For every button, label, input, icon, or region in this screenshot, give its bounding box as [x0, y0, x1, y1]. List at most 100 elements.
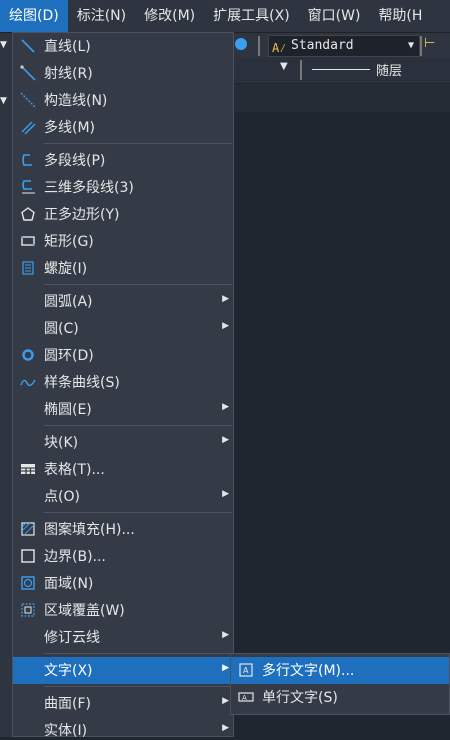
chevron-down-icon[interactable]: ▼ — [0, 40, 7, 50]
menu-separator — [44, 653, 232, 654]
boundary-icon — [21, 549, 35, 563]
menu-item-label: 直线(L) — [44, 39, 91, 55]
menu-item-solid[interactable]: 实体(I) ▶ — [13, 717, 233, 739]
submenu-arrow-icon: ▶ — [222, 294, 229, 304]
submenu-arrow-icon: ▶ — [222, 435, 229, 445]
wipeout-icon — [21, 603, 35, 617]
mtext-icon: A — [239, 663, 253, 677]
menu-separator — [44, 143, 232, 144]
menu-item-label: 椭圆(E) — [44, 402, 92, 418]
menu-item-rectangle[interactable]: 矩形(G) — [13, 228, 233, 255]
menu-item-label: 样条曲线(S) — [44, 375, 120, 391]
region-icon — [21, 576, 35, 590]
submenu-arrow-icon: ▶ — [222, 630, 229, 640]
text-style-value: Standard — [291, 38, 354, 53]
menu-item-label: 多段线(P) — [44, 153, 106, 169]
menu-separator — [44, 284, 232, 285]
menu-separator — [44, 425, 232, 426]
menu-item-construction-line[interactable]: 构造线(N) — [13, 87, 233, 114]
menu-item-table[interactable]: 表格(T)... — [13, 456, 233, 483]
menu-item-block[interactable]: 块(K) ▶ — [13, 429, 233, 456]
menu-item-wipeout[interactable]: 区域覆盖(W) — [13, 597, 233, 624]
svg-text:A: A — [243, 666, 249, 675]
menu-item-ray[interactable]: 射线(R) — [13, 60, 233, 87]
menu-item-polyline[interactable]: 多段线(P) — [13, 147, 233, 174]
menu-item-line[interactable]: 直线(L) — [13, 33, 233, 60]
menu-item-label: 点(O) — [44, 489, 80, 505]
menu-item-ellipse[interactable]: 椭圆(E) ▶ — [13, 396, 233, 423]
hatch-icon — [21, 522, 35, 536]
menu-window[interactable]: 窗口(W) — [299, 0, 370, 32]
draw-menu: 直线(L) 射线(R) 构造线(N) 多线(M) 多段线(P) 三维多段线(3)… — [12, 32, 234, 739]
menu-item-circle[interactable]: 圆(C) ▶ — [13, 315, 233, 342]
rectangle-icon — [21, 236, 35, 246]
layer-toolbar: ▼ 随层 — [234, 57, 450, 83]
help-icon[interactable] — [235, 38, 247, 50]
menu-item-3d-polyline[interactable]: 三维多段线(3) — [13, 174, 233, 201]
menu-item-label: 曲面(F) — [44, 696, 91, 712]
multiline-icon — [21, 121, 36, 135]
menu-item-label: 正多边形(Y) — [44, 207, 120, 223]
menu-item-label: 面域(N) — [44, 576, 94, 592]
submenu-arrow-icon: ▶ — [222, 321, 229, 331]
menu-item-label: 边界(B)... — [44, 549, 106, 565]
menu-item-spline[interactable]: 样条曲线(S) — [13, 369, 233, 396]
menu-help[interactable]: 帮助(H — [369, 0, 431, 32]
text-style-select[interactable]: A⁄ Standard ▼ — [268, 35, 420, 57]
menu-item-mtext[interactable]: A 多行文字(M)... — [231, 657, 449, 684]
chevron-down-icon: ▼ — [407, 40, 414, 51]
left-toolbar-edge: ▼ ▼ — [0, 33, 12, 737]
menu-item-label: 圆弧(A) — [44, 294, 93, 310]
submenu-arrow-icon: ▶ — [222, 696, 229, 706]
menu-separator — [44, 512, 232, 513]
menu-draw[interactable]: 绘图(D) — [0, 0, 68, 32]
construction-line-icon — [20, 92, 36, 108]
menu-item-label: 单行文字(S) — [262, 690, 338, 706]
menu-item-multiline[interactable]: 多线(M) — [13, 114, 233, 141]
menu-item-label: 实体(I) — [44, 723, 88, 739]
tab-strip — [234, 84, 450, 112]
chevron-down-icon[interactable]: ▼ — [280, 61, 288, 72]
table-icon — [21, 464, 35, 474]
menu-item-polygon[interactable]: 正多边形(Y) — [13, 201, 233, 228]
menu-item-arc[interactable]: 圆弧(A) ▶ — [13, 288, 233, 315]
menu-item-label: 构造线(N) — [44, 93, 108, 109]
menu-item-label: 圆(C) — [44, 321, 79, 337]
menu-item-label: 圆环(D) — [44, 348, 94, 364]
svg-text:A: A — [242, 694, 247, 702]
menu-bar: 绘图(D) 标注(N) 修改(M) 扩展工具(X) 窗口(W) 帮助(H — [0, 0, 450, 33]
submenu-arrow-icon: ▶ — [222, 402, 229, 412]
menu-item-helix[interactable]: 螺旋(I) — [13, 255, 233, 282]
menu-item-label: 修订云线 — [44, 630, 100, 646]
menu-item-text[interactable]: 文字(X) ▶ — [13, 657, 233, 684]
menu-extension-tools[interactable]: 扩展工具(X) — [204, 0, 299, 32]
toolbar-separator — [420, 36, 422, 56]
menu-item-region[interactable]: 面域(N) — [13, 570, 233, 597]
chevron-down-icon[interactable]: ▼ — [0, 96, 7, 106]
menu-item-label: 多行文字(M)... — [262, 663, 355, 679]
menu-item-label: 螺旋(I) — [44, 261, 88, 277]
submenu-arrow-icon: ▶ — [222, 723, 229, 733]
menu-dimension[interactable]: 标注(N) — [68, 0, 135, 32]
menu-item-label: 图案填充(H)... — [44, 522, 135, 538]
menu-separator — [44, 686, 232, 687]
dimension-style-icon[interactable]: ⊢ — [424, 36, 442, 52]
menu-item-label: 块(K) — [44, 435, 79, 451]
linetype-select[interactable]: 随层 — [376, 60, 402, 79]
menu-item-donut[interactable]: 圆环(D) — [13, 342, 233, 369]
menu-item-label: 多线(M) — [44, 120, 96, 136]
submenu-arrow-icon: ▶ — [222, 663, 229, 673]
menu-item-point[interactable]: 点(O) ▶ — [13, 483, 233, 510]
menu-item-label: 射线(R) — [44, 66, 93, 82]
menu-item-boundary[interactable]: 边界(B)... — [13, 543, 233, 570]
spline-icon — [20, 379, 36, 387]
menu-item-label: 矩形(G) — [44, 234, 94, 250]
menu-item-hatch[interactable]: 图案填充(H)... — [13, 516, 233, 543]
donut-icon — [22, 349, 34, 361]
menu-item-single-line-text[interactable]: A 单行文字(S) — [231, 684, 449, 711]
menu-item-label: 区域覆盖(W) — [44, 603, 125, 619]
menu-item-surface[interactable]: 曲面(F) ▶ — [13, 690, 233, 717]
ray-icon — [20, 65, 36, 81]
menu-item-revision-cloud[interactable]: 修订云线 ▶ — [13, 624, 233, 651]
menu-modify[interactable]: 修改(M) — [135, 0, 204, 32]
